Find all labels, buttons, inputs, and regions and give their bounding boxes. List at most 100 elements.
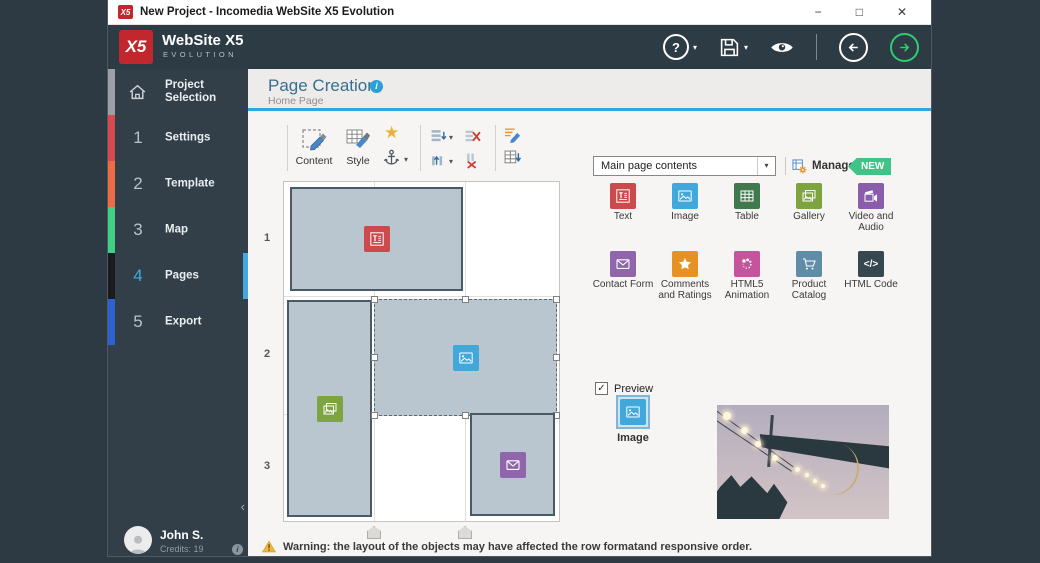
object-tile-html5-animation[interactable]: HTML5 Animation	[716, 251, 778, 301]
image-icon	[620, 399, 646, 425]
chevron-down-icon[interactable]: ▾	[449, 133, 453, 142]
new-badge: NEW	[848, 158, 891, 175]
credits-info-icon[interactable]: i	[232, 544, 243, 555]
cell-format-button[interactable]	[504, 126, 521, 143]
home-icon	[128, 84, 147, 101]
manage-button[interactable]: Manage	[792, 156, 855, 176]
button-label: Style	[338, 155, 378, 167]
tile-label: Gallery	[778, 212, 840, 223]
star-button[interactable]: ★	[384, 123, 399, 143]
anchor-button[interactable]	[383, 149, 400, 166]
object-tile-product-catalog[interactable]: Product Catalog	[778, 251, 840, 301]
resize-handle[interactable]	[462, 296, 469, 303]
layout-object-text[interactable]	[290, 187, 463, 291]
object-tile-video-audio[interactable]: Video and Audio	[840, 183, 902, 233]
tile-label: Comments and Ratings	[654, 280, 716, 301]
dropdown-value: Main page contents	[601, 160, 697, 172]
button-label: Content	[292, 155, 336, 167]
cell-format-icon	[504, 126, 521, 143]
chevron-down-icon[interactable]: ▾	[404, 155, 408, 164]
step-number: 5	[126, 312, 150, 332]
sidebar-item-label: Map	[165, 224, 241, 237]
envelope-icon	[610, 251, 636, 277]
star-icon: ★	[384, 123, 399, 142]
preview-checkbox[interactable]: ✓	[595, 382, 608, 395]
tile-label: Image	[654, 212, 716, 223]
stripe	[108, 69, 115, 115]
sidebar-item-template[interactable]: 2 Template	[108, 161, 248, 207]
preview-label: Preview	[614, 383, 653, 395]
avatar	[124, 526, 152, 554]
sidebar-item-settings[interactable]: 1 Settings	[108, 115, 248, 161]
object-tile-text[interactable]: Text	[592, 183, 654, 223]
insert-rows-button[interactable]	[430, 128, 447, 145]
preview-checkbox-row[interactable]: ✓ Preview	[595, 382, 653, 395]
delete-rows-button[interactable]	[464, 128, 481, 145]
insert-columns-button[interactable]	[430, 152, 447, 169]
eye-icon	[770, 40, 794, 55]
maximize-button[interactable]: □	[856, 0, 863, 25]
column-width-slider[interactable]	[367, 526, 381, 539]
sidebar-item-pages[interactable]: 4 Pages	[108, 253, 248, 299]
tile-label: HTML Code	[840, 280, 902, 291]
sidebar-item-project-selection[interactable]: Project Selection	[108, 69, 248, 115]
page-contents-dropdown[interactable]: Main page contents ▾	[593, 156, 776, 176]
anchor-icon	[383, 149, 400, 166]
objects-order-icon	[504, 150, 521, 167]
minimize-button[interactable]: −	[815, 0, 822, 25]
object-tile-html-code[interactable]: </> HTML Code	[840, 251, 902, 291]
preview-button[interactable]	[770, 40, 794, 55]
object-tile-comments-ratings[interactable]: Comments and Ratings	[654, 251, 716, 301]
objects-order-button[interactable]	[504, 150, 521, 167]
object-tile-table[interactable]: Table	[716, 183, 778, 223]
style-button[interactable]: Style	[338, 127, 378, 167]
object-tile-image[interactable]: Image	[654, 183, 716, 223]
selected-object-tile[interactable]	[616, 395, 650, 429]
resize-handle[interactable]	[553, 354, 560, 361]
object-tile-gallery[interactable]: Gallery	[778, 183, 840, 223]
insert-rows-icon	[430, 128, 447, 145]
tile-label: Text	[592, 212, 654, 223]
sidebar-item-export[interactable]: 5 Export	[108, 299, 248, 345]
help-icon: ?	[663, 34, 689, 60]
stripe	[108, 115, 115, 161]
close-button[interactable]: ✕	[897, 0, 907, 25]
layout-object-gallery[interactable]	[287, 300, 372, 517]
resize-handle[interactable]	[371, 354, 378, 361]
layout-object-image-selected[interactable]	[374, 299, 557, 416]
resize-handle[interactable]	[371, 412, 378, 419]
content-button[interactable]: Content	[292, 127, 336, 167]
preview-thumbnail	[717, 405, 889, 519]
warning-row: Warning: the layout of the objects may h…	[262, 540, 752, 553]
resize-handle[interactable]	[371, 296, 378, 303]
layout-object-contact-form[interactable]	[470, 413, 555, 516]
sidebar-item-label: Export	[165, 316, 241, 329]
sidebar-item-label: Project Selection	[165, 79, 241, 105]
chevron-down-icon: ▾	[757, 157, 775, 175]
sidebar-item-map[interactable]: 3 Map	[108, 207, 248, 253]
column-width-slider[interactable]	[458, 526, 472, 539]
brand-logo-icon: X5	[119, 30, 153, 64]
help-button[interactable]: ? ▾	[663, 34, 697, 60]
resize-handle[interactable]	[462, 412, 469, 419]
chevron-down-icon: ▾	[744, 43, 748, 52]
chevron-down-icon: ▾	[693, 43, 697, 52]
resize-handle[interactable]	[553, 296, 560, 303]
collapse-sidebar-button[interactable]: ‹	[241, 499, 245, 514]
save-button[interactable]: ▾	[719, 37, 748, 58]
user-name: John S.	[160, 528, 203, 542]
manage-gear-icon	[792, 159, 807, 174]
tile-label: Video and Audio	[840, 212, 902, 233]
text-object-icon	[364, 226, 390, 252]
chevron-down-icon[interactable]: ▾	[449, 157, 453, 166]
desktop-background: { "window": { "title": "New Project - In…	[0, 0, 1040, 563]
delete-columns-button[interactable]	[464, 152, 481, 169]
page-info-icon[interactable]: i	[370, 80, 383, 93]
row-number: 2	[258, 348, 276, 360]
window-title: New Project - Incomedia WebSite X5 Evolu…	[140, 6, 394, 18]
object-tile-contact-form[interactable]: Contact Form	[592, 251, 654, 291]
back-button[interactable]	[839, 33, 868, 62]
stripe	[108, 207, 115, 253]
step-number: 1	[126, 128, 150, 148]
next-button[interactable]	[890, 33, 919, 62]
